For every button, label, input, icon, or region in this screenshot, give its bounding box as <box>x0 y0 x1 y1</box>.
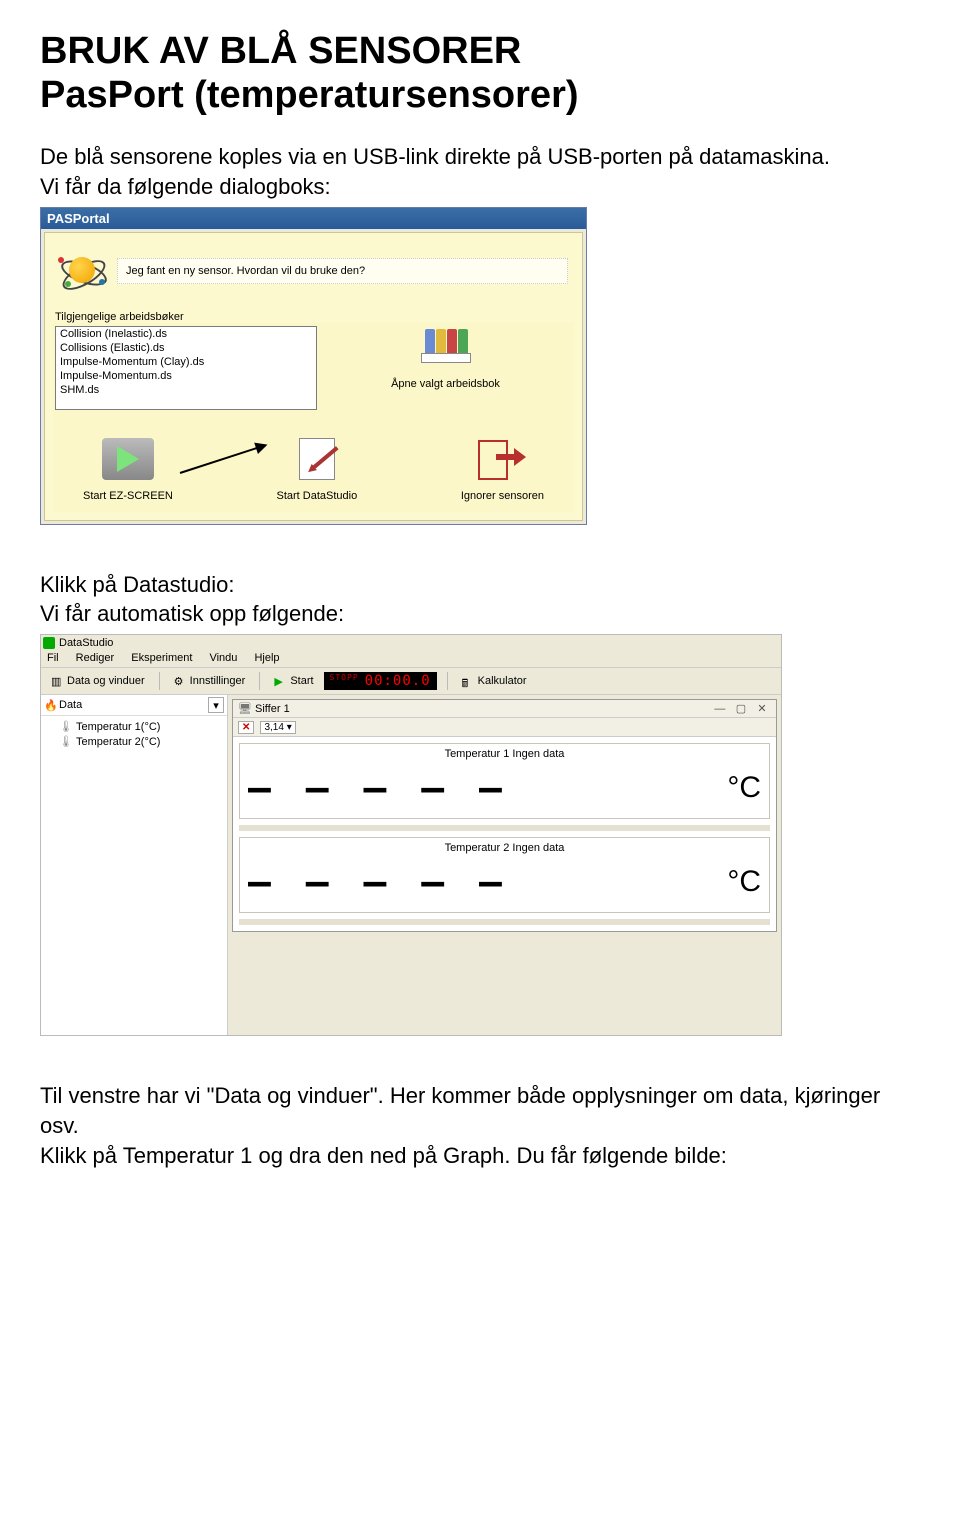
format-dropdown[interactable]: 3,14 ▾ <box>260 721 295 734</box>
panel-icon: ▥ <box>51 675 63 687</box>
flame-icon: 🔥 <box>44 699 56 711</box>
title-line-1: BRUK AV BLÅ SENSORER <box>40 30 521 72</box>
start-ezscreen-button[interactable]: Start EZ-SCREEN <box>83 438 173 502</box>
remove-button[interactable]: ✕ <box>238 721 254 734</box>
workbooks-listbox[interactable]: Collision (Inelastic).ds Collisions (Ela… <box>55 326 317 410</box>
separator <box>447 672 448 690</box>
list-item[interactable]: SHM.ds <box>56 383 316 397</box>
ignore-sensor-button[interactable]: Ignorer sensoren <box>461 438 544 502</box>
start-button[interactable]: ▶ Start <box>270 674 317 688</box>
list-item[interactable]: Impulse-Momentum (Clay).ds <box>56 355 316 369</box>
datastudio-titlebar[interactable]: DataStudio <box>41 635 781 649</box>
workbooks-group-label: Tilgjengelige arbeidsbøker <box>53 311 574 323</box>
reading-1-unit: °C <box>727 771 761 805</box>
start-datastudio-button[interactable]: Start DataStudio <box>276 438 357 502</box>
tree-item-temp1[interactable]: 🌡 Temperatur 1(°C) <box>47 719 221 734</box>
minimize-button[interactable]: — <box>711 703 729 715</box>
list-item[interactable]: Collision (Inelastic).ds <box>56 327 316 341</box>
close-button[interactable]: ✕ <box>753 702 771 715</box>
calculator-icon: 🖩 <box>462 675 474 687</box>
timer-display: STOPP00:00.0 <box>324 672 437 690</box>
play-icon <box>102 438 154 480</box>
list-item[interactable]: Impulse-Momentum.ds <box>56 369 316 383</box>
innstillinger-button[interactable]: ⚙ Innstillinger <box>170 674 250 688</box>
toolbar: ▥ Data og vinduer ⚙ Innstillinger ▶ Star… <box>41 668 781 695</box>
reading-2-label: Temperatur 2 Ingen data <box>248 842 761 854</box>
atom-mascot-icon <box>59 251 107 291</box>
pasportal-dialog: PASPortal Jeg fant en ny sensor. Hvordan… <box>40 207 587 525</box>
divider <box>239 919 770 925</box>
divider <box>239 825 770 831</box>
datastudio-paragraph: Klikk på Datastudio: Vi får automatisk o… <box>40 570 920 629</box>
exit-icon <box>476 438 528 480</box>
sensor-prompt-text: Jeg fant en ny sensor. Hvordan vil du br… <box>117 258 568 284</box>
side-panel: 🔥 Data ▾ 🌡 Temperatur 1(°C) 🌡 Temperatur… <box>41 695 228 1035</box>
title-line-2: PasPort (temperatursensorer) <box>40 74 579 116</box>
reading-2: Temperatur 2 Ingen data — — — — — °C <box>239 837 770 913</box>
open-workbook-label[interactable]: Åpne valgt arbeidsbok <box>317 378 574 390</box>
digit-window-icon: 🖥 <box>238 703 252 715</box>
separator <box>259 672 260 690</box>
datastudio-logo-icon <box>43 637 55 649</box>
reading-2-value: — — — — — <box>248 860 508 904</box>
menu-vindu[interactable]: Vindu <box>209 652 237 664</box>
menu-fil[interactable]: Fil <box>47 652 59 664</box>
kalkulator-button[interactable]: 🖩 Kalkulator <box>458 674 531 688</box>
siffer-title: Siffer 1 <box>255 703 290 715</box>
play-icon: ▶ <box>274 675 286 687</box>
menu-rediger[interactable]: Rediger <box>76 652 115 664</box>
page-title: BRUK AV BLÅ SENSORER PasPort (temperatur… <box>40 30 920 117</box>
workbook-icon[interactable] <box>421 327 471 363</box>
reading-2-unit: °C <box>727 865 761 899</box>
reading-1: Temperatur 1 Ingen data — — — — — °C <box>239 743 770 819</box>
closing-paragraph: Til venstre har vi "Data og vinduer". He… <box>40 1081 920 1170</box>
tree-item-temp2[interactable]: 🌡 Temperatur 2(°C) <box>47 734 221 749</box>
reading-1-label: Temperatur 1 Ingen data <box>248 748 761 760</box>
datastudio-window: DataStudio Fil Rediger Eksperiment Vindu… <box>40 634 782 1036</box>
maximize-button[interactable]: ▢ <box>732 702 750 715</box>
thermometer-icon: 🌡 <box>59 720 73 733</box>
settings-icon: ⚙ <box>174 675 186 687</box>
menu-eksperiment[interactable]: Eksperiment <box>131 652 192 664</box>
menu-bar[interactable]: Fil Rediger Eksperiment Vindu Hjelp <box>41 649 781 668</box>
pasportal-titlebar[interactable]: PASPortal <box>41 208 586 229</box>
collapse-button[interactable]: ▾ <box>208 697 224 713</box>
data-og-vinduer-button[interactable]: ▥ Data og vinduer <box>47 674 149 688</box>
thermometer-icon: 🌡 <box>59 735 73 748</box>
list-item[interactable]: Collisions (Elastic).ds <box>56 341 316 355</box>
siffer-window: 🖥 Siffer 1 — ▢ ✕ ✕ 3,14 ▾ Temperatur 1 I… <box>232 699 777 932</box>
reading-1-value: — — — — — <box>248 766 508 810</box>
notepad-icon <box>291 438 343 480</box>
intro-paragraph: De blå sensorene koples via en USB-link … <box>40 142 920 201</box>
menu-hjelp[interactable]: Hjelp <box>254 652 279 664</box>
data-header[interactable]: Data <box>59 699 82 711</box>
separator <box>159 672 160 690</box>
